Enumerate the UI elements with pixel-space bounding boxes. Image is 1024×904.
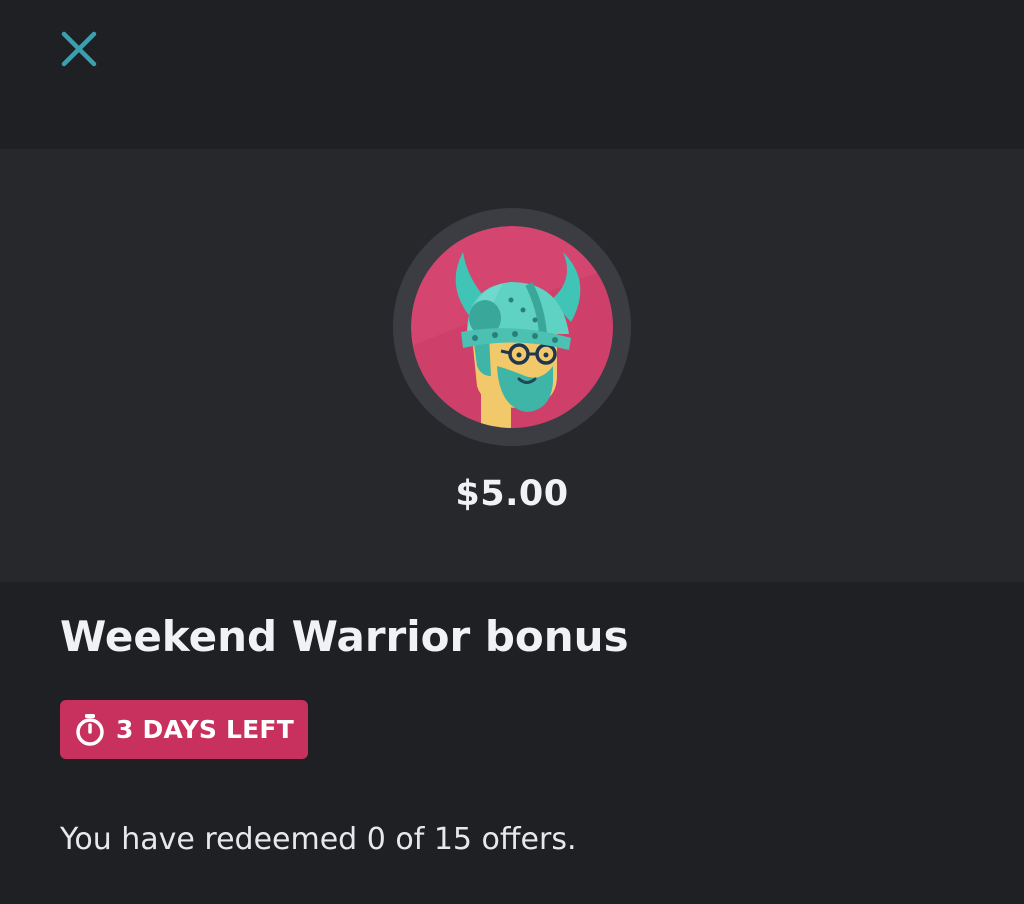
reward-badge xyxy=(393,208,631,446)
close-icon xyxy=(61,31,97,67)
offer-details: Weekend Warrior bonus 3 DAYS LEFT You ha… xyxy=(0,582,1024,904)
viking-avatar-icon xyxy=(411,226,613,428)
top-bar xyxy=(0,0,1024,149)
reward-amount: $5.00 xyxy=(455,474,569,514)
close-button[interactable] xyxy=(52,22,106,76)
time-left-label: 3 DAYS LEFT xyxy=(116,715,294,744)
offer-title: Weekend Warrior bonus xyxy=(60,612,629,661)
redemption-progress: You have redeemed 0 of 15 offers. xyxy=(60,822,577,857)
reward-hero: $5.00 xyxy=(0,149,1024,582)
stopwatch-icon xyxy=(76,713,104,746)
time-left-badge: 3 DAYS LEFT xyxy=(60,700,308,759)
